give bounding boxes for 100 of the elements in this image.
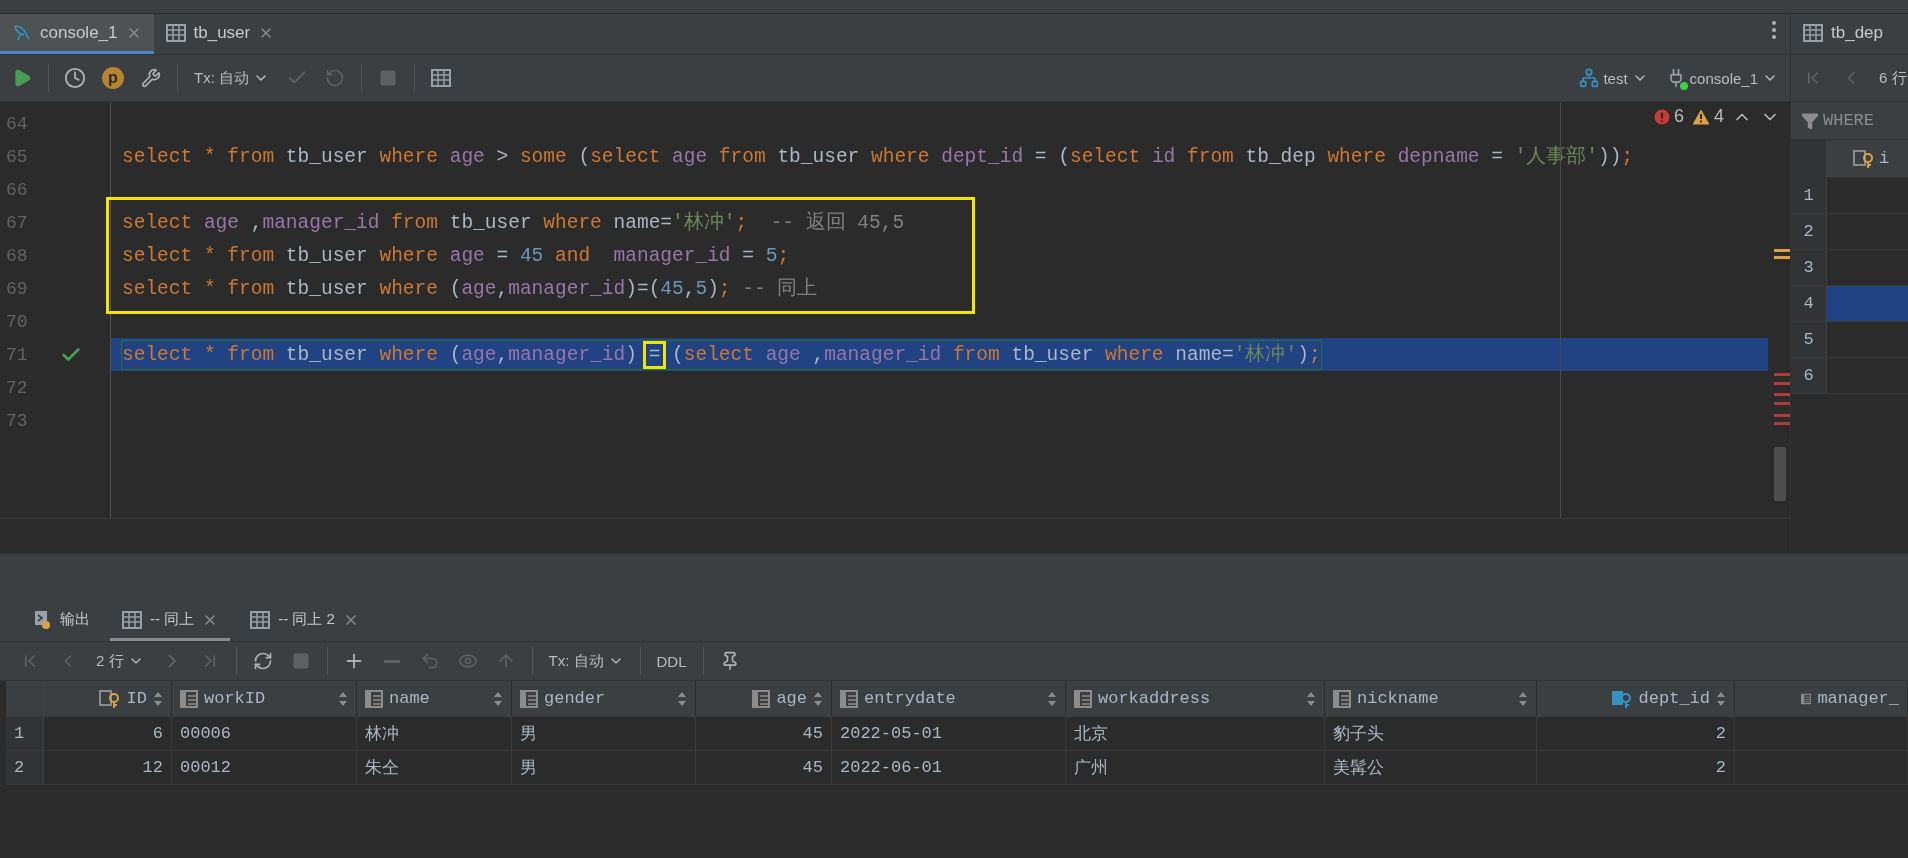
sort-icon[interactable] <box>338 690 348 707</box>
column-header[interactable]: manager_ <box>1735 681 1908 716</box>
table-cell: 广州 <box>1066 751 1325 784</box>
refresh-icon <box>252 651 273 671</box>
clock-icon <box>64 67 86 89</box>
error-marker[interactable] <box>1774 382 1790 385</box>
output-icon <box>34 609 52 630</box>
row-count[interactable]: 6 行 <box>1873 68 1908 88</box>
play-icon <box>12 68 32 88</box>
error-marker[interactable] <box>1774 402 1790 405</box>
wrench-icon <box>141 68 161 88</box>
table-cell: 45 <box>696 751 832 784</box>
line-number: 70 <box>5 311 29 332</box>
result-tab[interactable]: 输出 <box>22 601 102 641</box>
column-header[interactable]: workaddress <box>1066 681 1325 716</box>
warning-marker[interactable] <box>1774 249 1790 252</box>
stop-icon <box>291 652 310 670</box>
undo-icon <box>419 651 440 671</box>
minus-icon <box>383 659 400 663</box>
line-number: 72 <box>5 377 29 398</box>
data-source-dropdown[interactable]: test <box>1573 68 1654 88</box>
table-cell: 2022-05-01 <box>832 717 1066 750</box>
column-header[interactable]: nickname <box>1325 681 1537 716</box>
column-header[interactable]: entrydate <box>832 681 1066 716</box>
result-tab[interactable]: -- 同上 2 <box>238 601 371 641</box>
line-number: 64 <box>5 113 29 134</box>
error-marker[interactable] <box>1774 414 1790 417</box>
column-icon <box>180 689 198 708</box>
row-number: 2 <box>1791 214 1827 249</box>
table-cell: 2 <box>1537 717 1735 750</box>
schema-icon <box>1579 68 1600 88</box>
table-cell: 豹子头 <box>1325 717 1537 750</box>
table-cell: 2 <box>1537 751 1735 784</box>
editor-tab[interactable]: console_1 <box>0 14 154 54</box>
column-header[interactable]: name <box>357 681 512 716</box>
table-cell: 12 <box>44 751 172 784</box>
table-cell: 北京 <box>1066 717 1325 750</box>
sort-icon[interactable] <box>153 690 163 707</box>
line-number: 69 <box>5 278 29 299</box>
column-header[interactable]: gender <box>512 681 696 716</box>
table-cell: 6 <box>44 717 172 750</box>
column-icon <box>1074 689 1092 708</box>
code-line: select * from tb_user where age = 45 and manager_id = 5; <box>122 243 790 268</box>
column-header[interactable]: dept_id <box>1537 681 1735 716</box>
line-number: 65 <box>5 146 29 167</box>
sort-icon[interactable] <box>493 690 503 707</box>
row-count-dropdown[interactable]: 2 行 <box>90 651 150 671</box>
line-number: 68 <box>5 245 29 266</box>
error-marker[interactable] <box>1774 373 1790 376</box>
error-marker[interactable] <box>1774 422 1790 425</box>
more-icon <box>1772 21 1776 39</box>
selected-cell[interactable] <box>1827 286 1908 321</box>
table-icon <box>431 69 451 87</box>
table-cell: 2022-06-01 <box>832 751 1066 784</box>
transaction-dropdown[interactable]: Tx: 自动 <box>188 68 275 88</box>
line-number: 73 <box>5 410 29 431</box>
eye-icon <box>457 651 478 671</box>
scrollbar-thumb[interactable] <box>1774 447 1786 501</box>
editor-tab[interactable]: tb_user <box>153 14 287 54</box>
key-column-icon <box>1853 148 1875 169</box>
table-icon <box>122 610 142 629</box>
session-dropdown[interactable]: console_1 <box>1659 68 1784 88</box>
table-cell: 45 <box>696 717 832 750</box>
code-line: select * from tb_user where (age,manager_id) = (select age ,manager_id from tb_user where name='林冲'); <box>122 340 1321 369</box>
column-header[interactable]: age <box>696 681 832 716</box>
ddl-button[interactable]: DDL <box>650 652 693 670</box>
column-icon <box>840 689 858 708</box>
transaction-dropdown[interactable]: Tx: 自动 <box>542 651 630 671</box>
sort-icon[interactable] <box>1518 690 1528 707</box>
filter-icon[interactable] <box>1801 111 1819 130</box>
sort-icon[interactable] <box>813 690 823 707</box>
sort-icon[interactable] <box>1716 690 1726 707</box>
row-number: 2 <box>6 751 44 784</box>
sort-icon[interactable] <box>677 690 687 707</box>
table-cell: 林冲 <box>357 717 512 750</box>
line-number: 66 <box>5 179 29 200</box>
column-header[interactable]: ID <box>44 681 172 716</box>
error-count[interactable]: 6 <box>1653 106 1684 127</box>
warning-count[interactable]: 4 <box>1692 106 1724 127</box>
stop-icon <box>379 69 397 87</box>
key-column-icon <box>1610 688 1633 709</box>
column-icon <box>520 689 538 708</box>
table-icon <box>1803 23 1823 42</box>
sort-icon[interactable] <box>1047 690 1057 707</box>
key-column-icon <box>98 688 121 709</box>
sort-icon[interactable] <box>1306 690 1316 707</box>
error-marker[interactable] <box>1774 393 1790 396</box>
line-number: 71 <box>5 344 29 365</box>
console-icon <box>12 22 32 43</box>
warning-marker[interactable] <box>1774 256 1790 259</box>
table-icon <box>165 23 186 42</box>
column-icon <box>752 689 771 708</box>
profile-button[interactable]: p <box>97 62 129 94</box>
row-number: 1 <box>1791 178 1827 213</box>
line-number: 67 <box>5 212 29 233</box>
code-line: select * from tb_user where (age,manager_id)=(45,5); -- 同上 <box>122 276 818 301</box>
table-cell: 男 <box>512 717 696 750</box>
row-number: 5 <box>1791 322 1827 357</box>
table-cell: 00012 <box>172 751 357 784</box>
column-header[interactable]: workID <box>172 681 357 716</box>
